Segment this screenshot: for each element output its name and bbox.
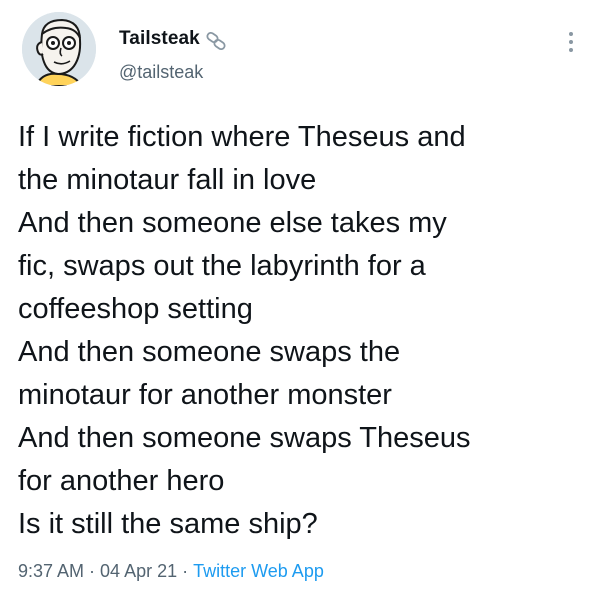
meta-separator: · xyxy=(89,561,96,581)
tweet-card: Tailsteak @tailsteak If I write fiction … xyxy=(0,0,600,600)
tweet-line: coffeeshop setting xyxy=(18,293,253,325)
tweet-line: If I write fiction where Theseus and xyxy=(18,121,466,153)
display-name[interactable]: Tailsteak xyxy=(119,28,200,50)
tweet-line: Is it still the same ship? xyxy=(18,508,318,540)
tweet-source-link[interactable]: Twitter Web App xyxy=(193,561,324,581)
user-handle[interactable]: @tailsteak xyxy=(119,62,203,83)
tweet-meta: 9:37 AM · 04 Apr 21 · Twitter Web App xyxy=(18,561,324,582)
tweet-line: And then someone else takes my xyxy=(18,207,447,239)
tweet-line: fic, swaps out the labyrinth for a xyxy=(18,250,426,282)
tweet-time[interactable]: 9:37 AM xyxy=(18,561,84,581)
tweet-line: the minotaur fall in love xyxy=(18,164,317,196)
tweet-date[interactable]: 04 Apr 21 xyxy=(100,561,177,581)
cartoon-face-avatar-icon xyxy=(22,12,96,86)
name-row: Tailsteak xyxy=(119,25,228,53)
tweet-line: for another hero xyxy=(18,465,225,497)
tweet-line: minotaur for another monster xyxy=(18,379,392,411)
avatar[interactable] xyxy=(22,12,96,86)
tweet-text: If I write fiction where Theseus and the… xyxy=(18,116,588,546)
tweet-line: And then someone swaps the xyxy=(18,336,401,368)
tweet-line: And then someone swaps Theseus xyxy=(18,422,471,454)
meta-separator: · xyxy=(182,561,189,581)
chain-link-icon xyxy=(206,31,226,51)
more-vertical-icon[interactable] xyxy=(566,30,576,54)
